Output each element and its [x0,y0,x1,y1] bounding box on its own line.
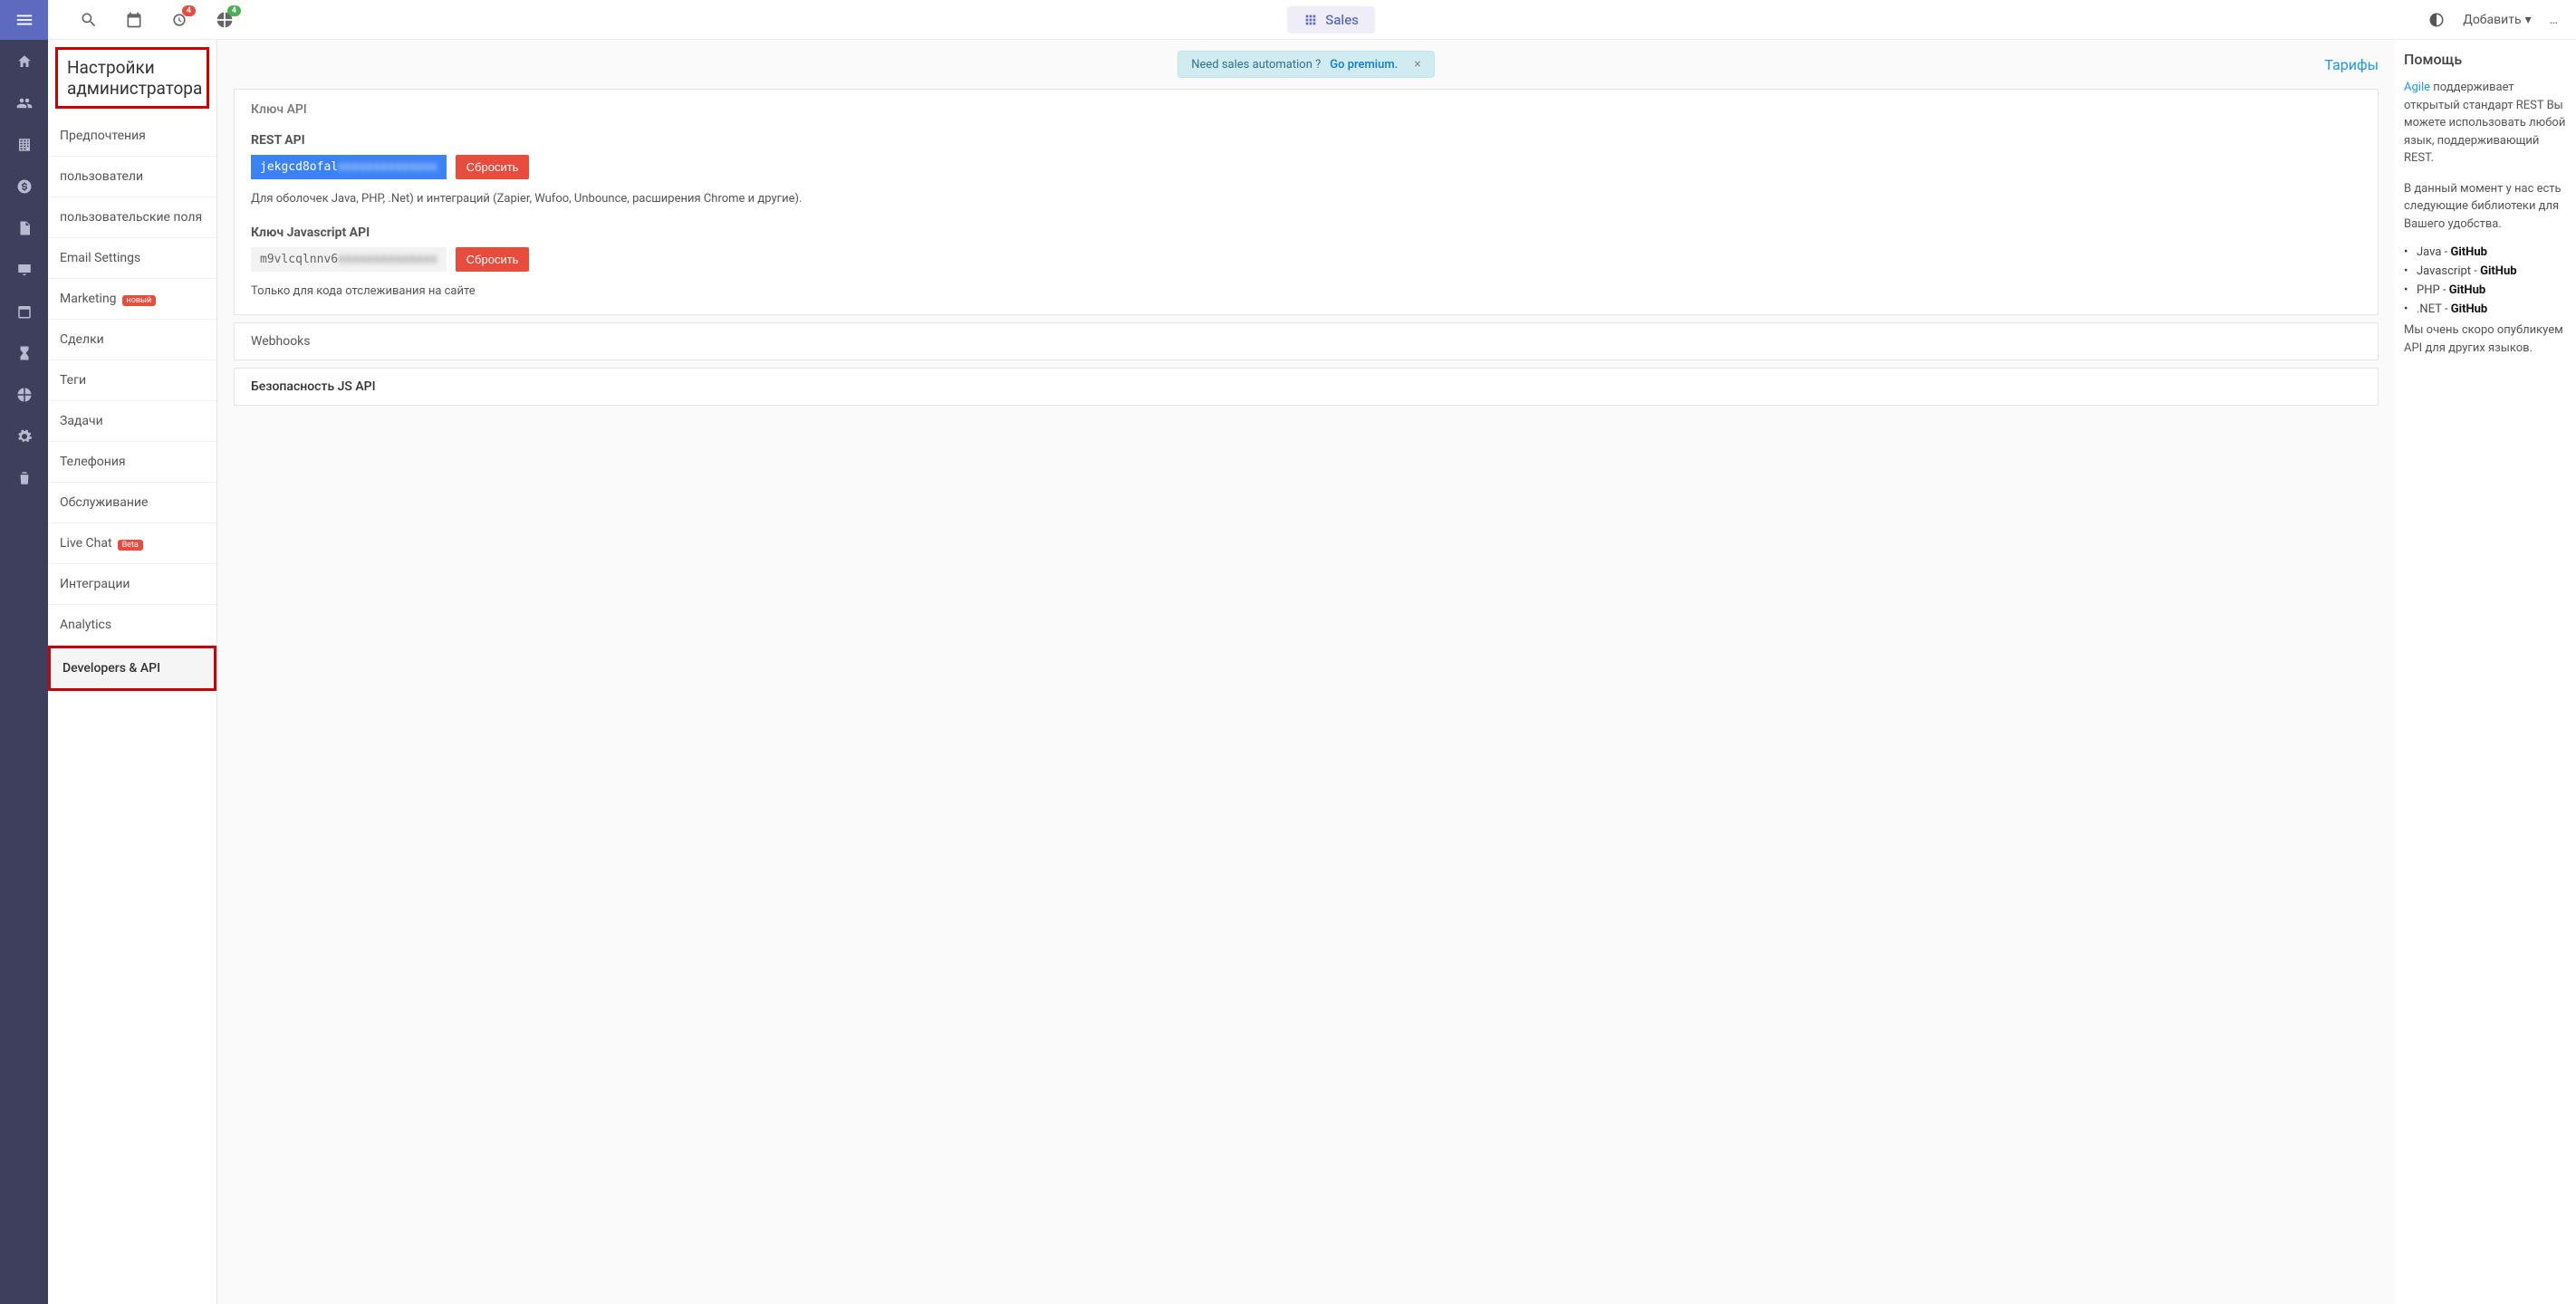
sidebar-badge: новый [122,295,157,306]
sidebar-item-11[interactable]: Интеграции [48,564,216,605]
alarm-badge: 4 [182,5,196,16]
sidebar-item-3[interactable]: Email Settings [48,238,216,279]
rest-desc: Для оболочек Java, PHP, .Net) и интеграц… [251,192,2361,206]
monitor-icon [16,262,33,278]
sidebar-item-0[interactable]: Предпочтения [48,116,216,157]
page-title-box: Настройки администратора [55,47,209,109]
js-desc: Только для кода отслеживания на сайте [251,284,2361,298]
help-column: Помощь Agile поддерживает открытый станд… [2395,40,2576,1304]
js-security-section[interactable]: Безопасность JS API [234,368,2379,406]
rest-api-row: jekgcd8ofalxxxxxxxxxxxxxx Сбросить [251,155,2361,179]
sidebar-item-4[interactable]: Marketingновый [48,279,216,320]
building-icon [16,137,33,153]
settings-sidebar: Настройки администратора Предпочтенияпол… [48,40,217,1304]
hourglass-icon [16,345,33,361]
caret-icon: ▾ [2525,13,2532,27]
sidebar-item-9[interactable]: Обслуживание [48,483,216,523]
document-icon [16,220,33,236]
rest-api-key[interactable]: jekgcd8ofalxxxxxxxxxxxxxx [251,155,447,179]
card-title: Ключ API [251,102,2361,117]
content-area: Need sales automation ? Go premium. × Та… [217,40,2395,1304]
sidebar-item-5[interactable]: Сделки [48,320,216,360]
nav-deals[interactable] [0,178,48,195]
search-icon [80,11,98,29]
lib-item: Java - GitHub [2404,245,2567,259]
sidebar-item-6[interactable]: Теги [48,360,216,401]
top-right: Добавить ▾ … [2428,12,2558,28]
nav-home[interactable] [0,53,48,70]
rest-reset-button[interactable]: Сбросить [456,155,530,179]
sidebar-item-12[interactable]: Analytics [48,605,216,646]
nav-events[interactable] [0,303,48,320]
api-key-card: Ключ API REST API jekgcd8ofalxxxxxxxxxxx… [234,89,2379,315]
calendar2-icon [16,303,33,320]
topbar: 4 4 Sales Добавить ▾ … [0,0,2576,40]
nav-reports[interactable] [0,387,48,403]
add-dropdown[interactable]: Добавить ▾ [2463,13,2531,27]
top-icons: 4 4 [80,11,234,29]
nav-settings[interactable] [0,428,48,445]
hamburger-menu[interactable] [0,0,48,40]
nav-hourglass[interactable] [0,345,48,361]
people-icon [16,95,33,111]
hamburger-icon [14,10,34,30]
help-agile-link[interactable]: Agile [2404,81,2433,94]
home-icon [16,53,33,70]
more-icon: … [2550,13,2558,27]
sales-label: Sales [1325,12,1359,28]
main: Настройки администратора Предпочтенияпол… [48,40,2576,1304]
sidebar-item-1[interactable]: пользователи [48,157,216,197]
sidebar-item-7[interactable]: Задачи [48,401,216,442]
promo-link[interactable]: Go premium. [1330,58,1398,72]
help-p2: В данный момент у нас есть следующие биб… [2404,180,2567,234]
lib-item: .NET - GitHub [2404,302,2567,316]
contrast-button[interactable] [2428,12,2445,28]
nav-trash[interactable] [0,470,48,486]
js-api-label: Ключ Javascript API [251,225,2361,240]
sidebar-item-13[interactable]: Developers & API [48,646,216,691]
help-p1: Agile поддерживает открытый стандарт RES… [2404,79,2567,168]
pie-badge: 4 [227,5,241,16]
lib-item: Javascript - GitHub [2404,264,2567,278]
more-button[interactable]: … [2550,13,2558,27]
piechart-icon [16,387,33,403]
sidebar-item-2[interactable]: пользовательские поля [48,197,216,238]
promo-text: Need sales automation ? [1191,58,1321,72]
webhooks-section[interactable]: Webhooks [234,322,2379,360]
grid-icon [1303,13,1318,27]
content-top: Need sales automation ? Go premium. × Та… [234,51,2379,78]
promo-banner: Need sales automation ? Go premium. × [1177,51,1435,78]
js-api-row: m9vlcqlnnv6xxxxxxxxxxxxxx Сбросить [251,247,2361,272]
help-title: Помощь [2404,51,2567,68]
help-p3: Мы очень скоро опубликуем API для других… [2404,321,2567,357]
calendar-button[interactable] [125,11,143,29]
alarm-button[interactable]: 4 [170,11,188,29]
add-label: Добавить [2463,13,2521,27]
nav-documents[interactable] [0,220,48,236]
dollar-icon [16,178,33,195]
gear-icon [16,428,33,445]
rest-api-label: REST API [251,133,2361,148]
tariffs-link[interactable]: Тарифы [2324,56,2379,73]
sidebar-badge: Beta [118,540,143,551]
js-reset-button[interactable]: Сбросить [456,247,530,272]
search-button[interactable] [80,11,98,29]
nav-web[interactable] [0,262,48,278]
lib-item: PHP - GitHub [2404,283,2567,297]
page-title: Настройки администратора [67,57,197,99]
calendar-icon [125,11,143,29]
js-api-key[interactable]: m9vlcqlnnv6xxxxxxxxxxxxxx [251,247,447,272]
top-center: Sales [234,6,2428,34]
sales-button[interactable]: Sales [1287,6,1375,34]
pie-button[interactable]: 4 [216,11,234,29]
sidebar-item-8[interactable]: Телефония [48,442,216,483]
leftbar [0,40,48,1304]
nav-contacts[interactable] [0,95,48,111]
nav-company[interactable] [0,137,48,153]
sidebar-item-10[interactable]: Live ChatBeta [48,523,216,564]
promo-close[interactable]: × [1414,57,1420,72]
contrast-icon [2428,12,2445,28]
trash-icon [16,470,33,486]
